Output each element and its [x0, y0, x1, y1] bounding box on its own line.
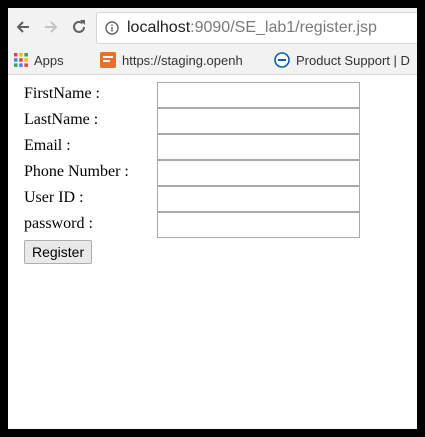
- site-favicon-icon: [100, 52, 116, 68]
- url-text: localhost:9090/SE_lab1/register.jsp: [127, 19, 377, 37]
- email-input[interactable]: [157, 134, 360, 160]
- email-label: Email :: [24, 137, 71, 154]
- arrow-right-icon: [45, 21, 58, 33]
- userid-row: User ID :: [8, 186, 417, 212]
- bookmark-apps[interactable]: Apps: [14, 46, 64, 74]
- firstname-row: FirstName :: [8, 82, 417, 108]
- back-button[interactable]: [10, 14, 36, 40]
- apps-grid-icon: [14, 53, 28, 67]
- bookmark-label: Apps: [34, 52, 64, 68]
- lastname-input[interactable]: [157, 108, 360, 134]
- password-label: password :: [24, 215, 93, 232]
- phone-input[interactable]: [157, 160, 360, 186]
- bookmark-staging[interactable]: https://staging.openh: [100, 46, 243, 74]
- firstname-input[interactable]: [157, 82, 360, 108]
- browser-toolbar: localhost:9090/SE_lab1/register.jsp: [8, 8, 417, 46]
- address-bar[interactable]: localhost:9090/SE_lab1/register.jsp: [96, 12, 417, 44]
- url-path: :9090/SE_lab1/register.jsp: [190, 19, 377, 36]
- phone-label: Phone Number :: [24, 163, 129, 180]
- bookmark-label: Product Support | D: [296, 52, 410, 68]
- email-row: Email :: [8, 134, 417, 160]
- bookmark-label: https://staging.openh: [122, 52, 243, 68]
- bookmark-product-support[interactable]: Product Support | D: [274, 46, 410, 74]
- userid-input[interactable]: [157, 186, 360, 212]
- support-favicon-icon: [274, 52, 290, 68]
- userid-label: User ID :: [24, 189, 84, 206]
- bookmarks-bar: Apps https://staging.openh Product Suppo…: [8, 46, 417, 75]
- register-button[interactable]: Register: [24, 240, 93, 264]
- url-host: localhost: [127, 19, 191, 36]
- phone-row: Phone Number :: [8, 160, 417, 186]
- arrow-left-icon: [16, 21, 29, 33]
- firstname-label: FirstName :: [24, 85, 100, 102]
- reload-icon: [73, 20, 85, 33]
- forward-button[interactable]: [38, 14, 64, 40]
- browser-window: localhost:9090/SE_lab1/register.jsp Apps: [8, 8, 417, 429]
- password-input[interactable]: [157, 212, 360, 238]
- reload-button[interactable]: [66, 14, 92, 40]
- lastname-row: LastName :: [8, 108, 417, 134]
- password-row: password :: [8, 212, 417, 238]
- info-icon[interactable]: [105, 21, 119, 35]
- lastname-label: LastName :: [24, 111, 99, 128]
